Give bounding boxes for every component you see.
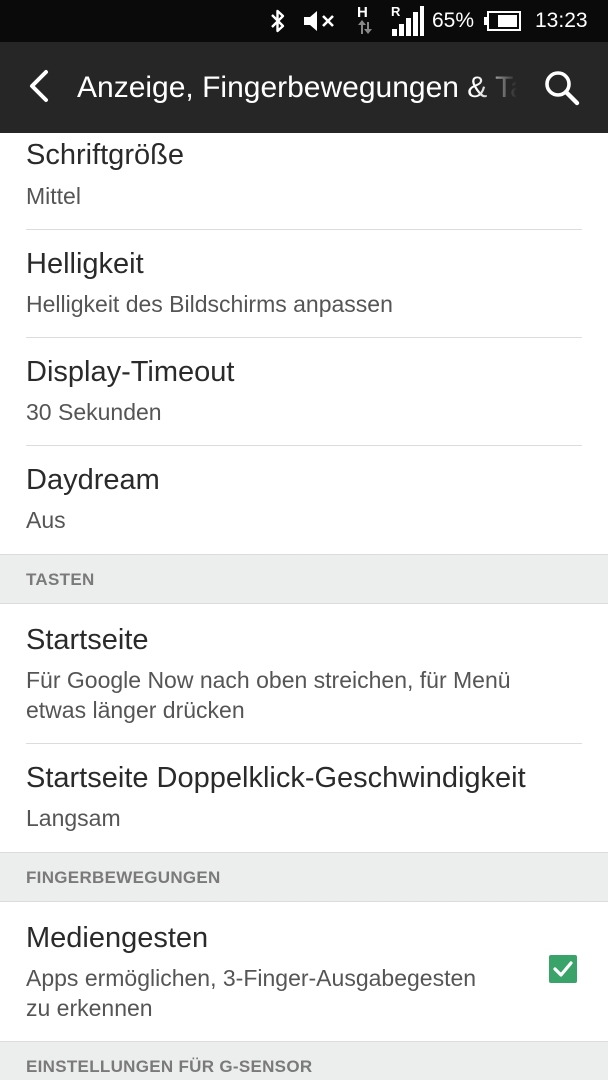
status-bar: H R 65% 13:23 [0,0,608,42]
setting-display-timeout[interactable]: Display-Timeout 30 Sekunden [0,338,608,445]
setting-home-button[interactable]: Startseite Für Google Now nach oben stre… [0,604,608,743]
setting-font-size[interactable]: Schriftgröße Mittel [0,133,608,229]
setting-title: Display-Timeout [26,356,235,388]
section-header-g-sensor: EINSTELLUNGEN FÜR G-SENSOR [0,1041,608,1080]
setting-title: Mediengesten [26,922,209,954]
setting-daydream[interactable]: Daydream Aus [0,446,608,554]
setting-summary: Aus [26,507,66,533]
app-bar: Anzeige, Fingerbewegungen & Tasten [0,42,608,133]
bluetooth-icon [268,0,288,42]
back-arrow-icon[interactable] [18,64,62,108]
setting-summary: Helligkeit des Bildschirms anpassen [26,291,393,317]
svg-text:R: R [391,4,401,19]
section-header-label: EINSTELLUNGEN FÜR G-SENSOR [26,1057,313,1076]
setting-title: Startseite Doppelklick-Geschwindigkeit [26,762,526,794]
setting-title: Schriftgröße [26,139,184,171]
setting-title: Daydream [26,464,160,496]
setting-media-gestures[interactable]: Mediengesten Apps ermöglichen, 3-Finger-… [0,902,608,1041]
setting-summary: Mittel [26,183,81,209]
setting-summary: Langsam [26,805,121,831]
svg-text:H: H [357,4,368,21]
section-header-label: FINGERBEWEGUNGEN [26,868,221,887]
mute-icon [302,0,338,42]
setting-summary: 30 Sekunden [26,399,162,425]
settings-list: Schriftgröße Mittel Helligkeit Helligkei… [0,133,608,1080]
media-gestures-checkbox[interactable] [549,955,577,983]
section-header-tasten: TASTEN [0,554,608,604]
section-header-fingerbewegungen: FINGERBEWEGUNGEN [0,852,608,902]
setting-brightness[interactable]: Helligkeit Helligkeit des Bildschirms an… [0,230,608,337]
clock: 13:23 [535,9,588,32]
setting-summary-line1: Für Google Now nach oben streichen, für … [26,667,511,693]
battery-percent: 65% [432,9,475,32]
setting-summary-line2: zu erkennen [26,995,153,1021]
hspa-data-icon: H [352,0,380,42]
signal-icon: R [390,0,426,42]
setting-title: Helligkeit [26,248,144,280]
search-icon[interactable] [540,66,584,110]
setting-home-double-click-speed[interactable]: Startseite Doppelklick-Geschwindigkeit L… [0,744,608,852]
setting-title: Startseite [26,624,149,656]
section-header-label: TASTEN [26,570,95,589]
checkmark-icon [553,961,573,977]
setting-summary-line1: Apps ermöglichen, 3-Finger-Ausgabegesten [26,965,477,991]
setting-summary-line2: etwas länger drücken [26,697,245,723]
battery-icon [482,0,522,42]
page-title: Anzeige, Fingerbewegungen & Tasten [77,42,517,133]
